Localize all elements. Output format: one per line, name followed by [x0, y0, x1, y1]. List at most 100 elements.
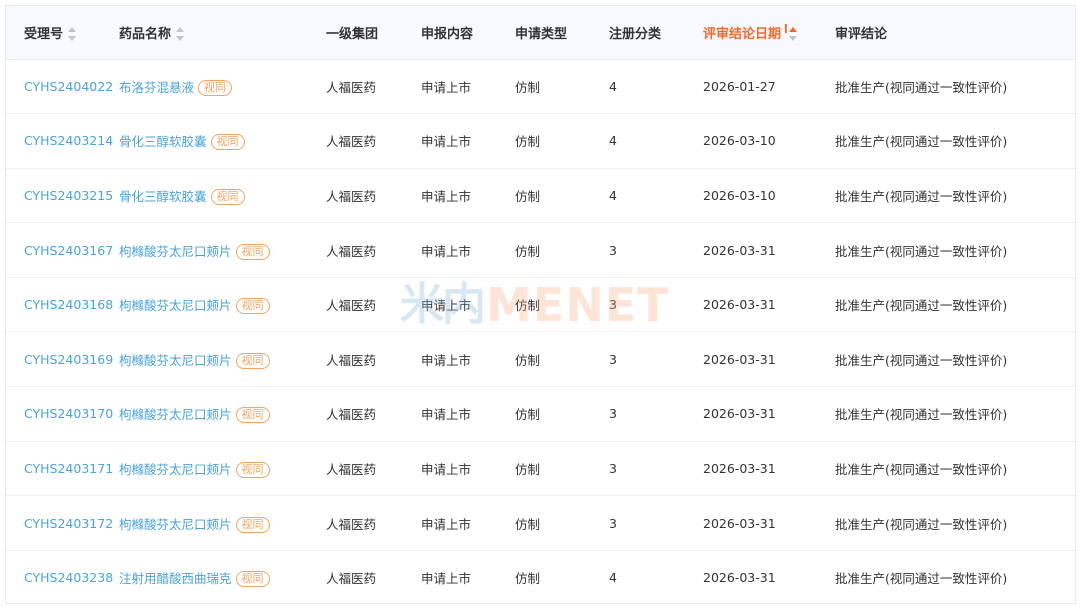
acceptance-no-link[interactable]: CYHS2403168 [24, 297, 113, 312]
cell-drug-name[interactable]: 枸橼酸芬太尼口颊片 视同 [119, 277, 326, 333]
cell-content: 申请上市 [421, 495, 515, 551]
cell-acceptance-no[interactable]: CYHS2403169 [6, 331, 119, 388]
cell-review-date: 2026-01-27 [703, 59, 835, 115]
acceptance-no-link[interactable]: CYHS2403169 [24, 352, 113, 367]
header-review-date[interactable]: 评审结论日期 ǀ [703, 6, 835, 60]
cell-group: 人福医药 [326, 222, 421, 278]
cell-acceptance-no[interactable]: CYHS2403170 [6, 386, 119, 442]
cell-content: 申请上市 [421, 222, 515, 278]
cell-drug-name[interactable]: 骨化三醇软胶囊 视同 [119, 168, 326, 224]
cell-group: 人福医药 [326, 168, 421, 224]
drug-name-link[interactable]: 骨化三醇软胶囊 [119, 189, 207, 204]
drug-name-link[interactable]: 枸橼酸芬太尼口颊片 [119, 407, 232, 422]
acceptance-no-link[interactable]: CYHS2403172 [24, 516, 113, 531]
cell-acceptance-no[interactable]: CYHS2404022 [6, 59, 119, 115]
header-drug-name[interactable]: 药品名称 [119, 6, 326, 60]
table-header: 受理号 药品名称 一级集团 申报内容 申请类型 注册分类 评审结论日期 ǀ 审评结… [6, 6, 1075, 60]
cell-conclusion: 批准生产(视同通过一致性评价) [835, 386, 1075, 442]
cell-acceptance-no[interactable]: CYHS2403172 [6, 495, 119, 551]
cell-acceptance-no[interactable]: CYHS2403215 [6, 168, 119, 224]
equivalence-badge: 视同 [198, 79, 233, 96]
table-row[interactable]: CYHS2403171 枸橼酸芬太尼口颊片 视同 人福医药 申请上市 仿制 3 2026-03… [6, 441, 1075, 497]
table-row[interactable]: CYHS2403167 枸橼酸芬太尼口颊片 视同 人福医药 申请上市 仿制 3 2026-03… [6, 222, 1075, 278]
acceptance-no-link[interactable]: CYHS2403214 [24, 133, 113, 148]
drug-name-link[interactable]: 注射用醋酸西曲瑞克 [119, 571, 232, 586]
drug-name-link[interactable]: 枸橼酸芬太尼口颊片 [119, 353, 232, 368]
cell-drug-name[interactable]: 注射用醋酸西曲瑞克 视同 [119, 550, 326, 603]
table-row[interactable]: CYHS2403238 注射用醋酸西曲瑞克 视同 人福医药 申请上市 仿制 4 2026-03… [6, 550, 1075, 603]
header-reg-class-label: 注册分类 [609, 26, 662, 42]
table-row[interactable]: CYHS2403214 骨化三醇软胶囊 视同 人福医药 申请上市 仿制 4 2026-03-1… [6, 113, 1075, 169]
cell-drug-name[interactable]: 枸橼酸芬太尼口颊片 视同 [119, 495, 326, 551]
cell-acceptance-no[interactable]: CYHS2403214 [6, 113, 119, 169]
cell-review-date: 2026-03-31 [703, 570, 776, 586]
cell-apply-type: 仿制 [515, 59, 609, 115]
cell-drug-name[interactable]: 枸橼酸芬太尼口颊片 视同 [119, 441, 326, 497]
header-conclusion: 审评结论 [835, 6, 1075, 60]
cell-review-date: 2026-03-31 [703, 495, 835, 551]
table-row[interactable]: CYHS2403215 骨化三醇软胶囊 视同 人福医药 申请上市 仿制 4 2026-03-1… [6, 168, 1075, 224]
acceptance-no-link[interactable]: CYHS2403171 [24, 461, 113, 476]
acceptance-no-link[interactable]: CYHS2403238 [24, 570, 113, 585]
cell-drug-name[interactable]: 布洛芬混悬液 视同 [119, 59, 326, 115]
sort-icon[interactable] [68, 27, 77, 42]
drug-name-link[interactable]: 枸橼酸芬太尼口颊片 [119, 244, 232, 259]
cell-review-date: 2026-03-31 [703, 277, 835, 333]
equivalence-badge: 视同 [210, 134, 245, 151]
equivalence-badge: 视同 [210, 188, 245, 205]
cell-acceptance-no[interactable]: CYHS2403238 [6, 550, 119, 603]
table-row[interactable]: CYHS2403168 枸橼酸芬太尼口颊片 视同 人福医药 申请上市 仿制 3 2026-03… [6, 277, 1075, 333]
cell-review-date: 2026-03-31 [703, 222, 835, 278]
cell-drug-name[interactable]: 枸橼酸芬太尼口颊片 视同 [119, 331, 326, 388]
cell-drug-name[interactable]: 枸橼酸芬太尼口颊片 视同 [119, 386, 326, 442]
cell-reg-class: 4 [609, 570, 617, 586]
cell-content: 申请上市 [421, 571, 472, 587]
table-body: CYHS2404022 布洛芬混悬液 视同 人福医药 申请上市 仿制 4 2026-01-27… [6, 59, 1075, 603]
acceptance-no-link[interactable]: CYHS2403170 [24, 406, 113, 421]
drug-name-link[interactable]: 骨化三醇软胶囊 [119, 134, 207, 149]
table-row[interactable]: CYHS2403169 枸橼酸芬太尼口颊片 视同 人福医药 申请上市 仿制 3 2026-03… [6, 331, 1075, 388]
sort-ascending-icon[interactable] [788, 27, 798, 42]
cell-review-date: 2026-03-31 [703, 331, 835, 388]
table-row[interactable]: CYHS2403172 枸橼酸芬太尼口颊片 视同 人福医药 申请上市 仿制 3 2026-03… [6, 495, 1075, 551]
cell-apply-type: 仿制 [515, 277, 609, 333]
header-row: 受理号 药品名称 一级集团 申报内容 申请类型 注册分类 评审结论日期 ǀ 审评结… [6, 6, 1075, 60]
cell-content: 申请上市 [421, 113, 515, 169]
cell-content: 申请上市 [421, 441, 515, 497]
header-acceptance-no[interactable]: 受理号 [6, 6, 119, 60]
header-acceptance-no-label: 受理号 [24, 26, 64, 42]
cell-reg-class: 3 [609, 331, 703, 388]
cell-conclusion: 批准生产(视同通过一致性评价) [835, 495, 1075, 551]
cell-reg-class: 3 [609, 277, 703, 333]
header-drug-name-label: 药品名称 [119, 26, 172, 42]
cell-apply-type: 仿制 [515, 386, 609, 442]
cell-acceptance-no[interactable]: CYHS2403168 [6, 277, 119, 333]
cell-group: 人福医药 [326, 331, 421, 388]
header-reg-class: 注册分类 [609, 6, 703, 60]
cell-acceptance-no[interactable]: CYHS2403171 [6, 441, 119, 497]
table-row[interactable]: CYHS2404022 布洛芬混悬液 视同 人福医药 申请上市 仿制 4 2026-01-27… [6, 59, 1075, 115]
header-content: 申报内容 [421, 6, 515, 60]
header-apply-type-label: 申请类型 [515, 26, 568, 42]
equivalence-badge: 视同 [235, 516, 270, 533]
drug-name-link[interactable]: 枸橼酸芬太尼口颊片 [119, 298, 232, 313]
acceptance-no-link[interactable]: CYHS2403167 [24, 243, 113, 258]
header-conclusion-label: 审评结论 [835, 26, 888, 42]
cell-apply-type: 仿制 [515, 571, 541, 587]
cell-conclusion: 批准生产(视同通过一致性评价) [835, 571, 1008, 587]
drug-name-link[interactable]: 布洛芬混悬液 [119, 80, 194, 95]
cell-drug-name[interactable]: 骨化三醇软胶囊 视同 [119, 113, 326, 169]
cell-reg-class: 3 [609, 386, 703, 442]
drug-name-link[interactable]: 枸橼酸芬太尼口颊片 [119, 517, 232, 532]
cell-drug-name[interactable]: 枸橼酸芬太尼口颊片 视同 [119, 222, 326, 278]
equivalence-badge: 视同 [235, 461, 270, 478]
acceptance-no-link[interactable]: CYHS2404022 [24, 79, 113, 94]
acceptance-no-link[interactable]: CYHS2403215 [24, 188, 113, 203]
cell-group: 人福医药 [326, 441, 421, 497]
drug-name-link[interactable]: 枸橼酸芬太尼口颊片 [119, 462, 232, 477]
cell-acceptance-no[interactable]: CYHS2403167 [6, 222, 119, 278]
table-row[interactable]: CYHS2403170 枸橼酸芬太尼口颊片 视同 人福医药 申请上市 仿制 3 2026-03… [6, 386, 1075, 442]
cell-content: 申请上市 [421, 168, 515, 224]
sort-icon[interactable] [176, 27, 185, 42]
cell-apply-type: 仿制 [515, 222, 609, 278]
